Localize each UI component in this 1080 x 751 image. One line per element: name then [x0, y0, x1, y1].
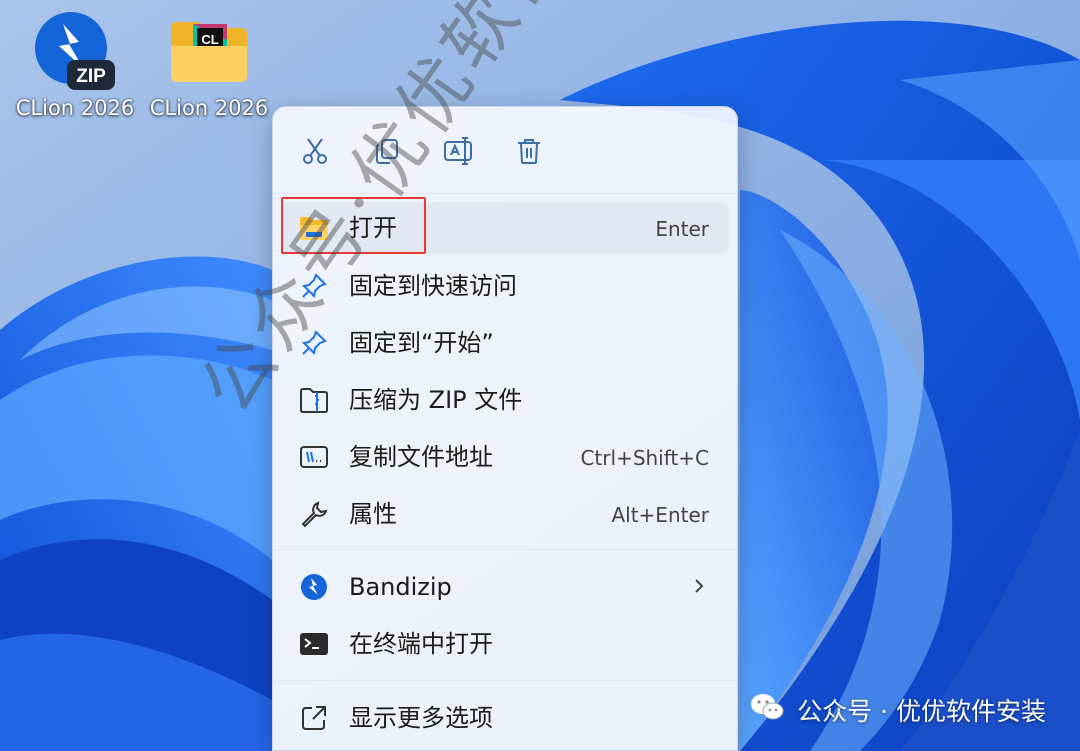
svg-text:ZIP: ZIP [76, 66, 106, 87]
menu-item-show-more-options[interactable]: 显示更多选项 [281, 692, 729, 744]
menu-item-label: 显示更多选项 [349, 704, 493, 732]
rename-button[interactable] [437, 129, 481, 173]
bandizip-zip-archive-icon: ZIP [33, 10, 117, 94]
desktop: ZIP CLion 2026 CL CLion 2026 打开 Enter 固定… [0, 0, 1080, 751]
menu-item-label: 在终端中打开 [349, 630, 493, 658]
context-menu-toolbar [273, 107, 737, 193]
menu-item-bandizip[interactable]: Bandizip [281, 561, 729, 613]
folder-clion-icon: CL [167, 10, 251, 94]
cut-icon [303, 138, 327, 164]
pin-icon [299, 271, 329, 301]
menu-item-label: 属性 [349, 500, 397, 528]
delete-icon [518, 139, 540, 164]
watermark-footer-text: 公众号 · 优优软件安装 [797, 697, 1046, 726]
menu-item-label: 固定到快速访问 [349, 272, 517, 300]
desktop-icon-clion-zip[interactable]: ZIP CLion 2026 [10, 10, 140, 120]
chevron-right-icon [691, 574, 707, 602]
highlight-box [281, 197, 426, 254]
menu-separator [273, 549, 737, 550]
svg-text:CL: CL [201, 32, 218, 47]
pin-icon [299, 328, 329, 358]
menu-item-pin-quick-access[interactable]: 固定到快速访问 [281, 260, 729, 312]
copy-button[interactable] [365, 129, 409, 173]
bandizip-icon [299, 572, 329, 602]
more-options-icon [299, 703, 329, 733]
wechat-icon [749, 692, 785, 728]
rename-icon [444, 137, 472, 165]
menu-item-shortcut: Alt+Enter [611, 503, 709, 527]
menu-item-label: Bandizip [349, 573, 452, 601]
menu-item-label: 压缩为 ZIP 文件 [349, 386, 523, 414]
terminal-icon [299, 629, 329, 659]
menu-item-properties[interactable]: 属性 Alt+Enter [281, 488, 729, 540]
copy-path-icon [299, 442, 329, 472]
desktop-icon-clion-folder[interactable]: CL CLion 2026 [144, 10, 274, 120]
menu-item-label: 复制文件地址 [349, 443, 493, 471]
menu-separator [273, 193, 737, 194]
zip-folder-icon [299, 385, 329, 415]
menu-item-open-terminal[interactable]: 在终端中打开 [281, 618, 729, 670]
watermark-footer: 公众号 · 优优软件安装 [749, 688, 1046, 732]
menu-item-pin-start[interactable]: 固定到“开始” [281, 317, 729, 369]
menu-item-shortcut: Ctrl+Shift+C [580, 446, 709, 470]
desktop-icon-label: CLion 2026 [15, 96, 135, 120]
menu-item-label: 固定到“开始” [349, 329, 494, 357]
cut-button[interactable] [293, 129, 337, 173]
menu-item-shortcut: Enter [655, 217, 709, 241]
copy-icon [376, 139, 398, 164]
menu-item-copy-path[interactable]: 复制文件地址 Ctrl+Shift+C [281, 431, 729, 483]
desktop-icon-label: CLion 2026 [149, 96, 269, 120]
delete-button[interactable] [507, 129, 551, 173]
wrench-icon [299, 499, 329, 529]
menu-item-compress-zip[interactable]: 压缩为 ZIP 文件 [281, 374, 729, 426]
menu-separator [273, 680, 737, 681]
